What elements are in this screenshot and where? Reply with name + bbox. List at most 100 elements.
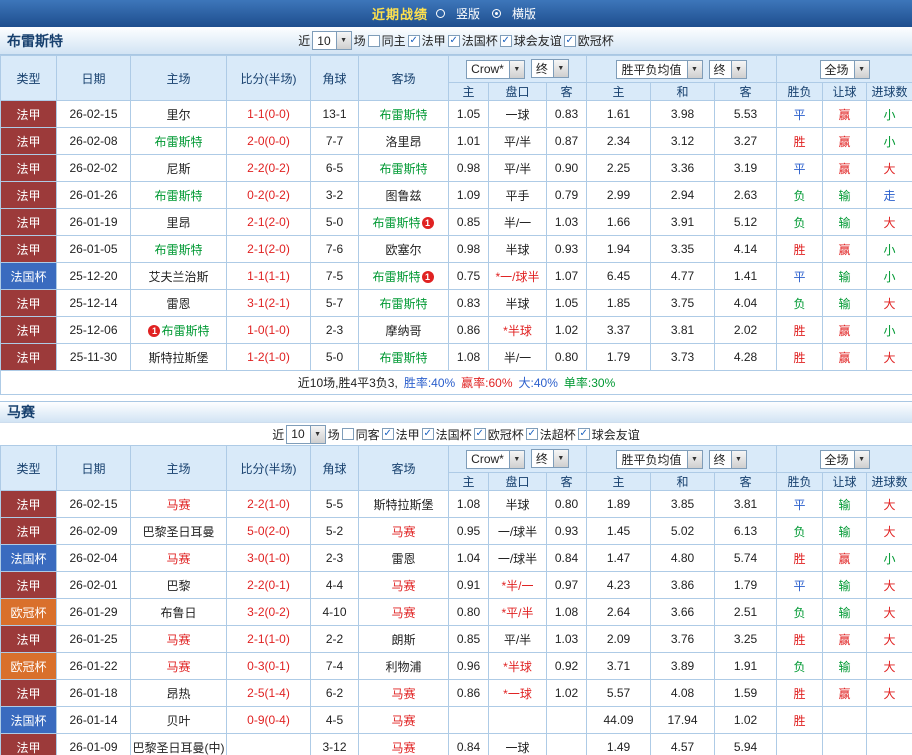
home-team[interactable]: 斯特拉斯堡 [148,351,208,365]
match-score[interactable]: 0-9(0-4) [226,706,311,734]
match-scope-select[interactable]: 全场 ▼ [819,59,870,79]
match-score[interactable]: 2-2(0-1) [226,571,311,599]
home-team[interactable]: 巴黎圣日耳曼 [142,525,214,539]
home-team[interactable]: 马赛 [166,660,190,674]
home-team[interactable]: 巴黎 [166,579,190,593]
away-team[interactable]: 马赛 [391,525,415,539]
league-checkbox[interactable]: ✓ [499,34,512,47]
venue-checkbox-label[interactable]: 同主 [382,32,406,49]
home-team[interactable]: 贝叶 [166,714,190,728]
bookmaker-select[interactable]: Crow* ▼ [466,59,525,79]
venue-checkbox[interactable] [341,428,354,440]
home-team[interactable]: 马赛 [166,633,190,647]
corner-count: 5-2 [310,517,359,545]
match-score[interactable]: 1-0(1-0) [226,316,311,344]
home-team[interactable]: 艾夫兰治斯 [148,270,208,284]
match-score[interactable]: 2-2(0-2) [226,154,311,182]
away-team[interactable]: 马赛 [391,687,415,701]
away-team[interactable]: 雷恩 [391,552,415,566]
vertical-layout-label[interactable]: 竖版 [456,5,480,22]
away-team[interactable]: 朗斯 [391,633,415,647]
league-checkbox-label[interactable]: 法超杯 [540,426,576,443]
league-checkbox[interactable]: ✓ [447,34,460,47]
match-scope-select[interactable]: 全场 ▼ [819,449,870,469]
recent-count-select[interactable]: 10 ▼ [312,31,352,50]
away-team[interactable]: 摩纳哥 [385,324,421,338]
home-team[interactable]: 巴黎圣日耳曼(中) [133,741,225,755]
away-team[interactable]: 欧塞尔 [385,243,421,257]
match-score[interactable]: 2-1(1-0) [226,625,311,653]
away-team[interactable]: 布雷斯特 [379,351,427,365]
match-score[interactable]: 0-2(0-2) [226,181,311,209]
league-checkbox[interactable]: ✓ [421,428,434,440]
match-score[interactable]: 1-1(0-0) [226,100,311,128]
match-score[interactable]: 3-1(2-1) [226,289,311,317]
match-score[interactable]: 1-1(1-1) [226,262,311,290]
league-checkbox[interactable]: ✓ [577,428,590,440]
league-checkbox[interactable]: ✓ [525,428,538,440]
avg-time-select[interactable]: 终 ▼ [708,59,747,79]
match-score[interactable]: 0-3(0-1) [226,652,311,680]
horizontal-layout-radio[interactable] [492,9,501,18]
home-team[interactable]: 马赛 [166,552,190,566]
away-team[interactable]: 布雷斯特 [379,108,427,122]
avg-odds-select[interactable]: 胜平负均值 ▼ [616,449,703,469]
venue-checkbox-label[interactable]: 同客 [356,426,380,443]
handicap-time-select[interactable]: 终 ▼ [530,449,569,469]
away-team[interactable]: 马赛 [391,714,415,728]
handicap-time-select[interactable]: 终 ▼ [530,59,569,79]
away-team[interactable]: 布雷斯特 [372,270,420,284]
away-team[interactable]: 洛里昂 [385,135,421,149]
away-team[interactable]: 马赛 [391,579,415,593]
away-team[interactable]: 布雷斯特 [379,297,427,311]
home-team[interactable]: 布鲁日 [160,606,196,620]
match-score[interactable]: 2-1(2-0) [226,235,311,263]
league-checkbox-label[interactable]: 球会友谊 [592,426,640,443]
match-score[interactable]: 1-2(1-0) [226,343,311,371]
home-team[interactable]: 里昂 [166,216,190,230]
league-checkbox-label[interactable]: 欧冠杯 [578,32,614,49]
away-team[interactable]: 利物浦 [385,660,421,674]
match-score[interactable]: 2-1(2-0) [226,208,311,236]
league-checkbox-label[interactable]: 法甲 [396,426,420,443]
league-checkbox[interactable]: ✓ [407,34,420,47]
match-score[interactable] [226,733,311,755]
avg-odds-select[interactable]: 胜平负均值 ▼ [616,59,703,79]
horizontal-layout-label[interactable]: 横版 [512,5,536,22]
vertical-layout-radio[interactable] [435,9,445,18]
away-team[interactable]: 图鲁兹 [385,189,421,203]
venue-checkbox[interactable] [367,34,380,47]
league-checkbox[interactable]: ✓ [473,428,486,440]
match-score[interactable]: 2-5(1-4) [226,679,311,707]
away-team[interactable]: 马赛 [391,741,415,755]
match-score[interactable]: 3-0(1-0) [226,544,311,572]
away-team[interactable]: 布雷斯特 [379,162,427,176]
bookmaker-select[interactable]: Crow* ▼ [466,449,525,469]
away-team[interactable]: 布雷斯特 [372,216,420,230]
league-checkbox-label[interactable]: 欧冠杯 [488,426,524,443]
match-score[interactable]: 5-0(2-0) [226,517,311,545]
league-checkbox-label[interactable]: 法甲 [422,32,446,49]
league-checkbox-label[interactable]: 球会友谊 [514,32,562,49]
match-score[interactable]: 3-2(0-2) [226,598,311,626]
league-checkbox-label[interactable]: 法国杯 [462,32,498,49]
home-team[interactable]: 布雷斯特 [161,324,209,338]
match-score[interactable]: 2-2(1-0) [226,490,311,518]
home-team[interactable]: 马赛 [166,498,190,512]
home-team[interactable]: 布雷斯特 [154,243,202,257]
home-team[interactable]: 雷恩 [166,297,190,311]
home-team[interactable]: 布雷斯特 [154,189,202,203]
chevron-down-icon: ▼ [853,60,869,78]
recent-count-select[interactable]: 10 ▼ [286,424,326,444]
league-checkbox-label[interactable]: 法国杯 [436,426,472,443]
away-team[interactable]: 斯特拉斯堡 [373,498,433,512]
away-team[interactable]: 马赛 [391,606,415,620]
avg-time-select[interactable]: 终 ▼ [708,449,747,469]
home-team[interactable]: 布雷斯特 [154,135,202,149]
home-team[interactable]: 尼斯 [166,162,190,176]
league-checkbox[interactable]: ✓ [563,34,576,47]
home-team[interactable]: 昂热 [166,687,190,701]
league-checkbox[interactable]: ✓ [381,428,394,440]
home-team[interactable]: 里尔 [166,108,190,122]
match-score[interactable]: 2-0(0-0) [226,127,311,155]
